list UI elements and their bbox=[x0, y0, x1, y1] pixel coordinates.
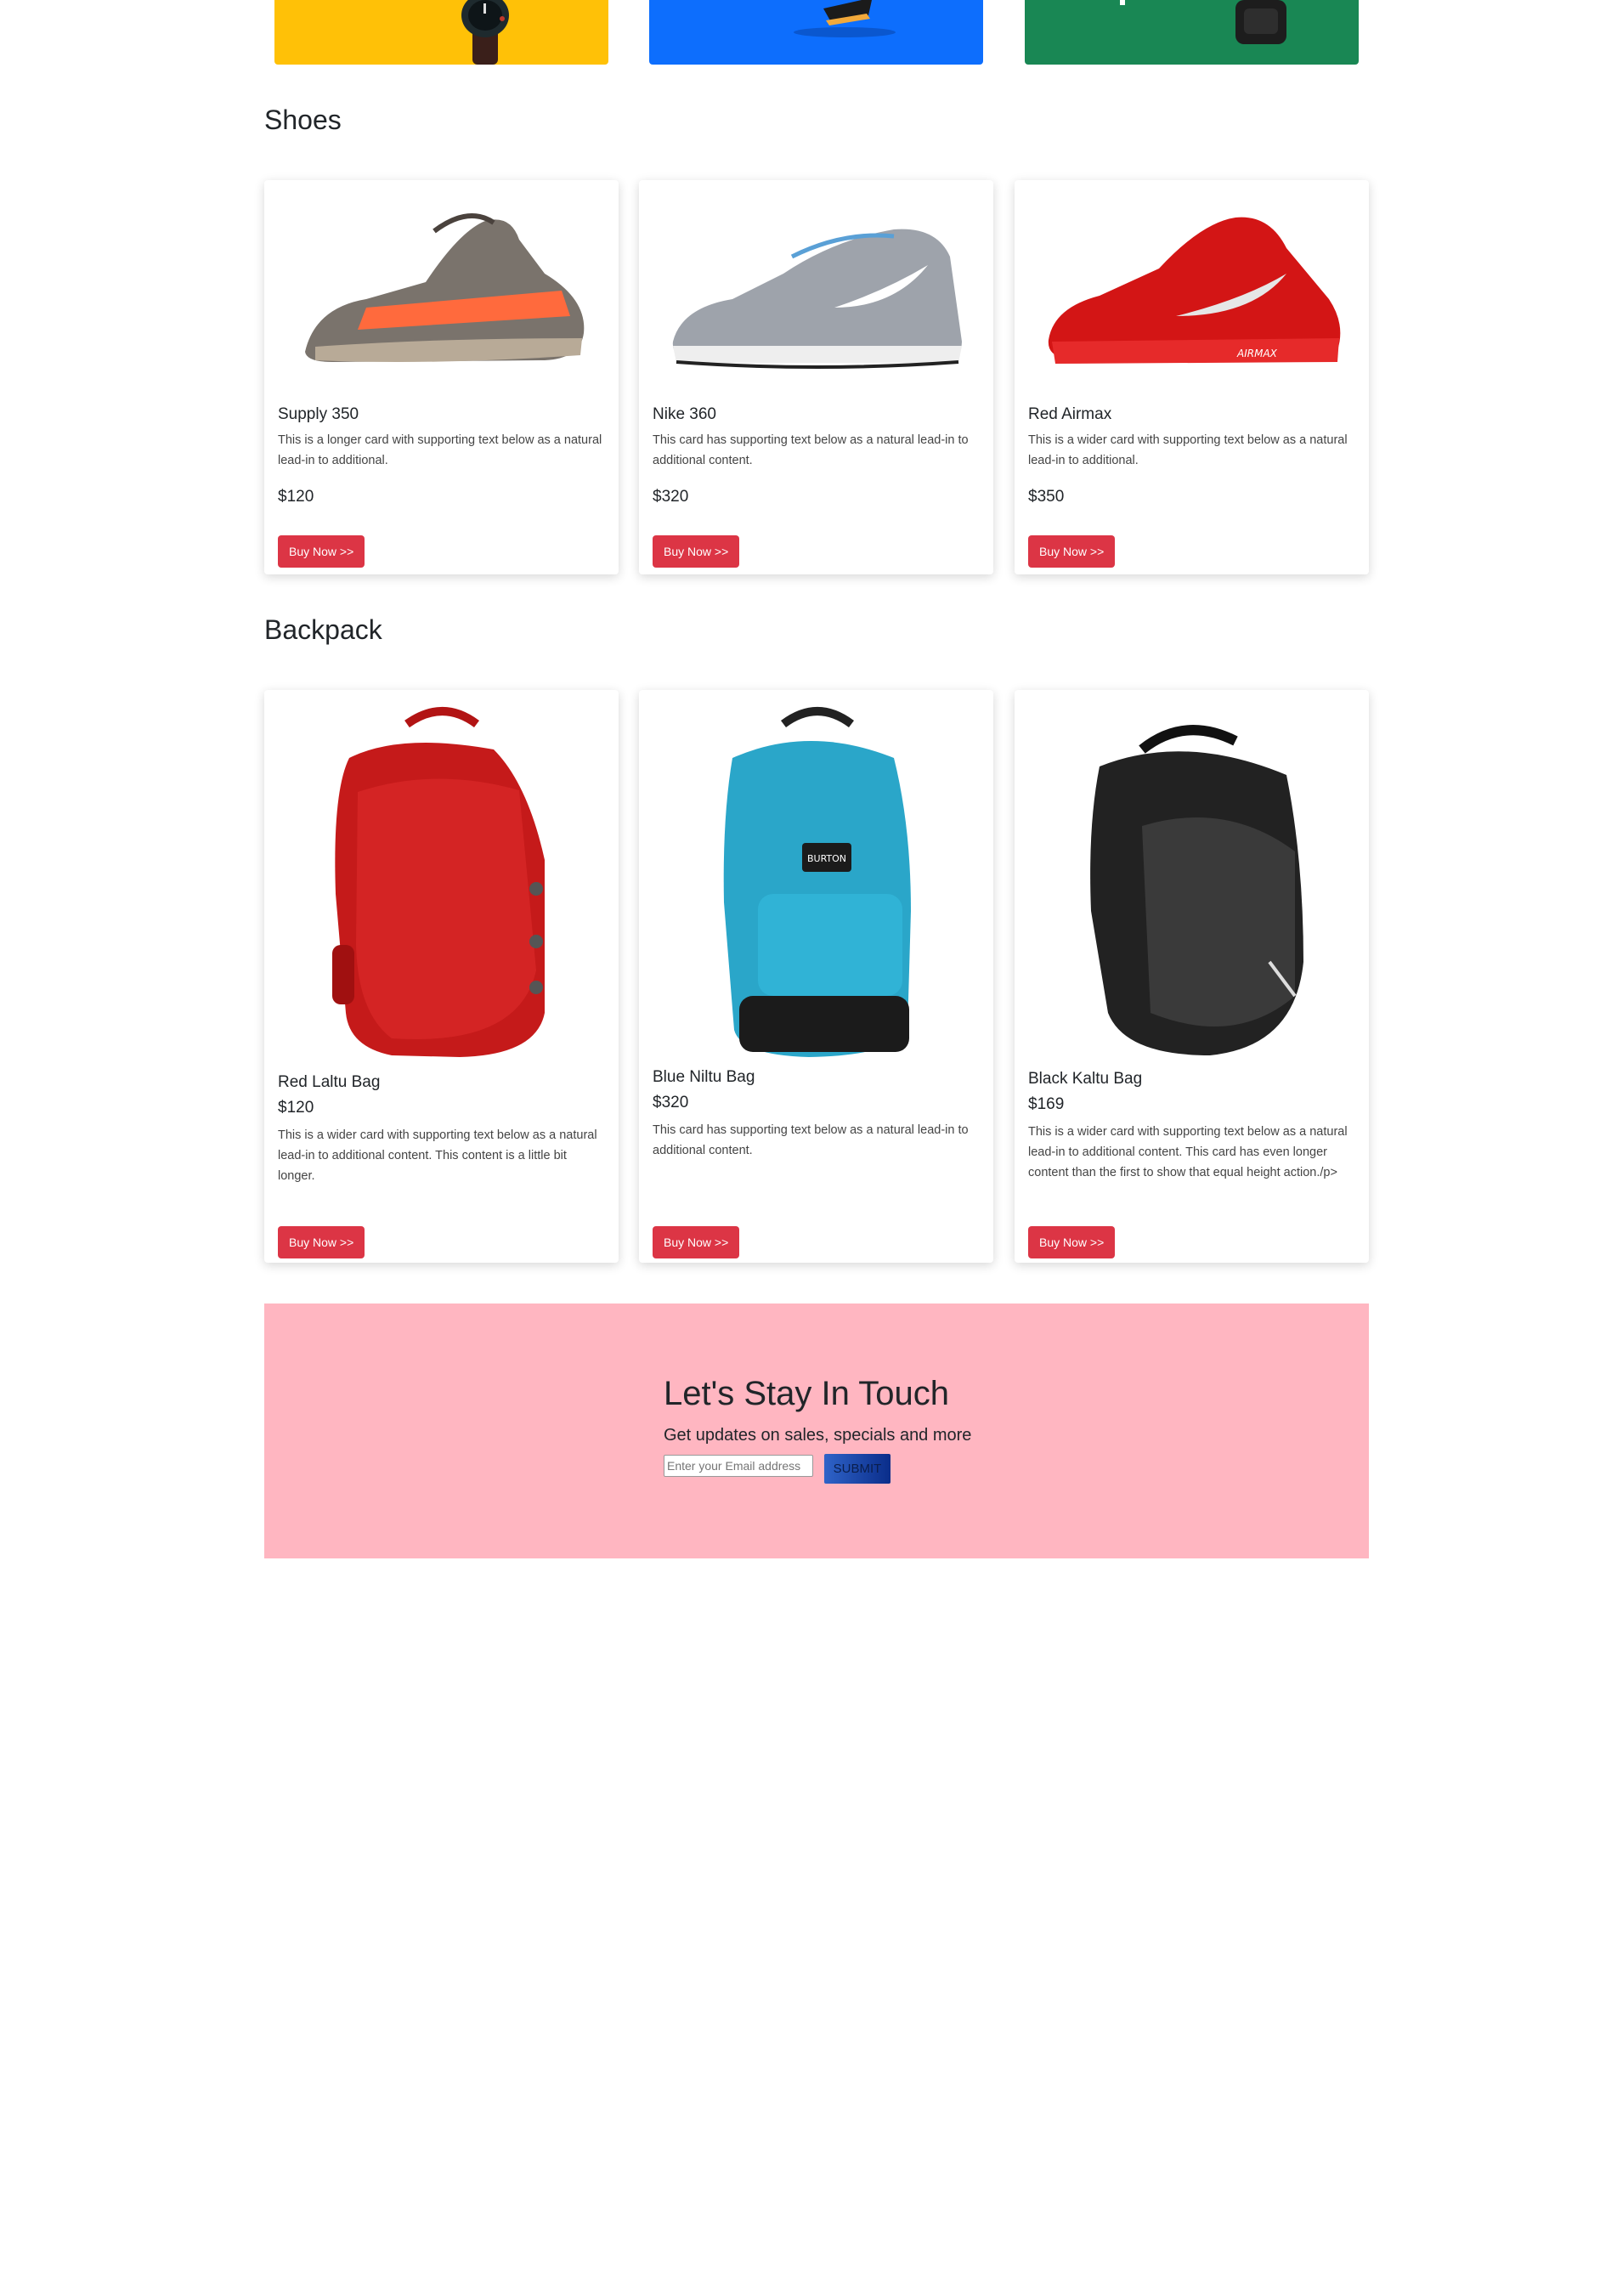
sneaker-image bbox=[794, 0, 896, 37]
submit-button[interactable]: SUBMIT bbox=[824, 1454, 890, 1484]
nike-pegasus-sneaker-image bbox=[672, 229, 962, 369]
product-price: $169 bbox=[1028, 1095, 1065, 1113]
banner-backpacks[interactable] bbox=[1025, 0, 1359, 65]
svg-text:AIRMAX: AIRMAX bbox=[1236, 348, 1278, 359]
product-price: $120 bbox=[278, 488, 314, 506]
buy-now-button[interactable]: Buy Now >> bbox=[653, 535, 740, 568]
backpack-image bbox=[1120, 0, 1286, 44]
wristwatch-image bbox=[461, 0, 509, 65]
product-card: BURTON Blue Niltu Bag $320 This card has… bbox=[639, 690, 993, 1263]
red-airmax-sneaker-image: AIRMAX bbox=[1048, 217, 1341, 364]
yeezy-sneaker-image bbox=[305, 213, 585, 362]
product-description: This is a wider card with supporting tex… bbox=[278, 1128, 597, 1183]
blue-backpack-image: BURTON bbox=[723, 707, 911, 1057]
product-card: Black Kaltu Bag $169 This is a wider car… bbox=[1015, 690, 1369, 1263]
product-name: Black Kaltu Bag bbox=[1028, 1070, 1143, 1088]
product-price: $320 bbox=[653, 488, 689, 506]
product-name: Nike 360 bbox=[653, 405, 716, 423]
product-price: $350 bbox=[1028, 488, 1065, 506]
buy-now-button[interactable]: Buy Now >> bbox=[1028, 1226, 1116, 1258]
product-price: $120 bbox=[278, 1099, 314, 1117]
product-card: AIRMAX Red Airmax This is a wider card w… bbox=[1015, 180, 1369, 574]
newsletter-title: Let's Stay In Touch bbox=[664, 1375, 949, 1412]
burton-badge: BURTON bbox=[807, 853, 846, 864]
category-banners bbox=[274, 0, 1359, 65]
product-card: Red Laltu Bag $120 This is a wider card … bbox=[264, 690, 619, 1263]
buy-now-button[interactable]: Buy Now >> bbox=[1028, 535, 1116, 568]
email-input[interactable] bbox=[664, 1455, 813, 1477]
product-description: This card has supporting text below as a… bbox=[653, 433, 969, 467]
newsletter-subtitle: Get updates on sales, specials and more bbox=[664, 1426, 972, 1445]
product-name: Red Airmax bbox=[1028, 405, 1112, 423]
product-card: Supply 350 This is a longer card with su… bbox=[264, 180, 619, 574]
product-description: This is a wider card with supporting tex… bbox=[1028, 1125, 1348, 1179]
product-card: Nike 360 This card has supporting text b… bbox=[639, 180, 993, 574]
product-description: This is a wider card with supporting tex… bbox=[1028, 433, 1348, 467]
black-backpack-image bbox=[1090, 725, 1303, 1055]
product-description: This card has supporting text below as a… bbox=[653, 1123, 969, 1157]
section-title-backpack: Backpack bbox=[264, 614, 382, 645]
product-price: $320 bbox=[653, 1094, 689, 1111]
banner-shoes[interactable] bbox=[649, 0, 983, 65]
buy-now-button[interactable]: Buy Now >> bbox=[278, 535, 365, 568]
product-name: Red Laltu Bag bbox=[278, 1073, 381, 1091]
product-name: Supply 350 bbox=[278, 405, 359, 423]
newsletter-section: Let's Stay In Touch Get updates on sales… bbox=[264, 1304, 1369, 1558]
product-description: This is a longer card with supporting te… bbox=[278, 433, 602, 467]
section-title-shoes: Shoes bbox=[264, 105, 342, 135]
product-name: Blue Niltu Bag bbox=[653, 1068, 755, 1086]
buy-now-button[interactable]: Buy Now >> bbox=[653, 1226, 740, 1258]
banner-watches[interactable] bbox=[274, 0, 608, 65]
buy-now-button[interactable]: Buy Now >> bbox=[278, 1226, 365, 1258]
red-backpack-image bbox=[332, 707, 545, 1057]
